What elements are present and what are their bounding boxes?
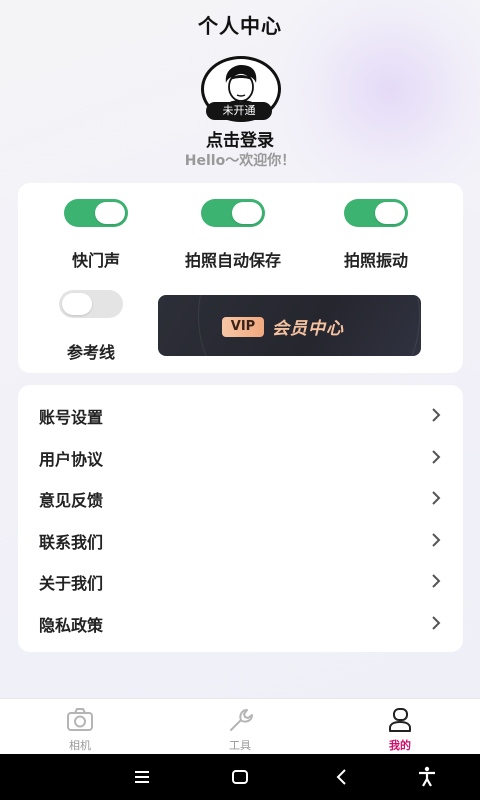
shutter-sound-label: 快门声 bbox=[71, 251, 120, 270]
home-icon[interactable] bbox=[228, 765, 252, 789]
menu-item-label: 隐私政策 bbox=[39, 616, 104, 635]
auto-save-toggle[interactable] bbox=[201, 199, 265, 227]
wrench-icon bbox=[230, 709, 253, 731]
menu-item-privacy-policy[interactable]: 隐私政策 bbox=[18, 603, 463, 643]
menu-item-label: 用户协议 bbox=[39, 450, 104, 469]
camera-icon bbox=[67, 708, 93, 731]
chevron-right-icon bbox=[432, 491, 441, 505]
settings-card: 快门声 拍照自动保存 拍照振动 参考线 VIP 会员中心 bbox=[18, 183, 463, 373]
menu-item-account-settings[interactable]: 账号设置 bbox=[18, 395, 463, 435]
screen: 个人中心 未开通 点击登录 Hello～欢迎你！ 快门声 拍照自动保存 拍照振动… bbox=[0, 0, 480, 800]
tab-label: 我的 bbox=[389, 739, 411, 752]
membership-badge: 未开通 bbox=[206, 102, 272, 120]
menu-item-feedback[interactable]: 意见反馈 bbox=[18, 478, 463, 518]
toggle-knob bbox=[232, 202, 262, 224]
menu-item-label: 联系我们 bbox=[39, 533, 104, 552]
tab-mine[interactable]: 我的 bbox=[350, 699, 450, 755]
system-nav-bar bbox=[0, 754, 480, 800]
bottom-tab-bar: 相机 工具 我的 bbox=[0, 698, 480, 755]
back-icon[interactable] bbox=[330, 765, 354, 789]
shutter-sound-toggle[interactable] bbox=[64, 199, 128, 227]
toggle-knob bbox=[375, 202, 405, 224]
menu-item-user-agreement[interactable]: 用户协议 bbox=[18, 437, 463, 477]
greeting-text: Hello～欢迎你！ bbox=[184, 153, 296, 169]
vibrate-toggle[interactable] bbox=[344, 199, 408, 227]
vip-badge: VIP bbox=[222, 317, 264, 337]
menu-item-contact-us[interactable]: 联系我们 bbox=[18, 520, 463, 560]
grid-lines-label: 参考线 bbox=[66, 343, 115, 362]
vip-center-button[interactable]: VIP 会员中心 bbox=[158, 295, 421, 356]
avatar[interactable]: 未开通 bbox=[201, 56, 281, 122]
person-icon bbox=[389, 708, 411, 732]
login-link[interactable]: 点击登录 bbox=[0, 126, 480, 151]
menu-card: 账号设置 用户协议 意见反馈 联系我们 关于我们 隐私政策 bbox=[18, 385, 463, 652]
menu-item-about-us[interactable]: 关于我们 bbox=[18, 561, 463, 601]
menu-icon[interactable] bbox=[130, 765, 154, 789]
auto-save-label: 拍照自动保存 bbox=[184, 251, 281, 270]
tab-label: 工具 bbox=[229, 739, 251, 752]
grid-lines-toggle[interactable] bbox=[59, 290, 123, 318]
accessibility-icon[interactable] bbox=[415, 765, 439, 789]
menu-item-label: 关于我们 bbox=[39, 574, 104, 593]
chevron-right-icon bbox=[432, 616, 441, 630]
chevron-right-icon bbox=[432, 408, 441, 422]
toggle-knob bbox=[62, 293, 92, 315]
chevron-right-icon bbox=[432, 533, 441, 547]
page-title: 个人中心 bbox=[198, 14, 282, 38]
chevron-right-icon bbox=[432, 450, 441, 464]
vibrate-label: 拍照振动 bbox=[343, 251, 408, 270]
tab-tools[interactable]: 工具 bbox=[190, 699, 290, 755]
chevron-right-icon bbox=[432, 574, 441, 588]
vip-center-label: 会员中心 bbox=[272, 319, 344, 339]
menu-item-label: 账号设置 bbox=[39, 408, 104, 427]
tab-label: 相机 bbox=[69, 739, 91, 752]
menu-item-label: 意见反馈 bbox=[39, 491, 104, 510]
tab-camera[interactable]: 相机 bbox=[30, 699, 130, 755]
toggle-knob bbox=[95, 202, 125, 224]
